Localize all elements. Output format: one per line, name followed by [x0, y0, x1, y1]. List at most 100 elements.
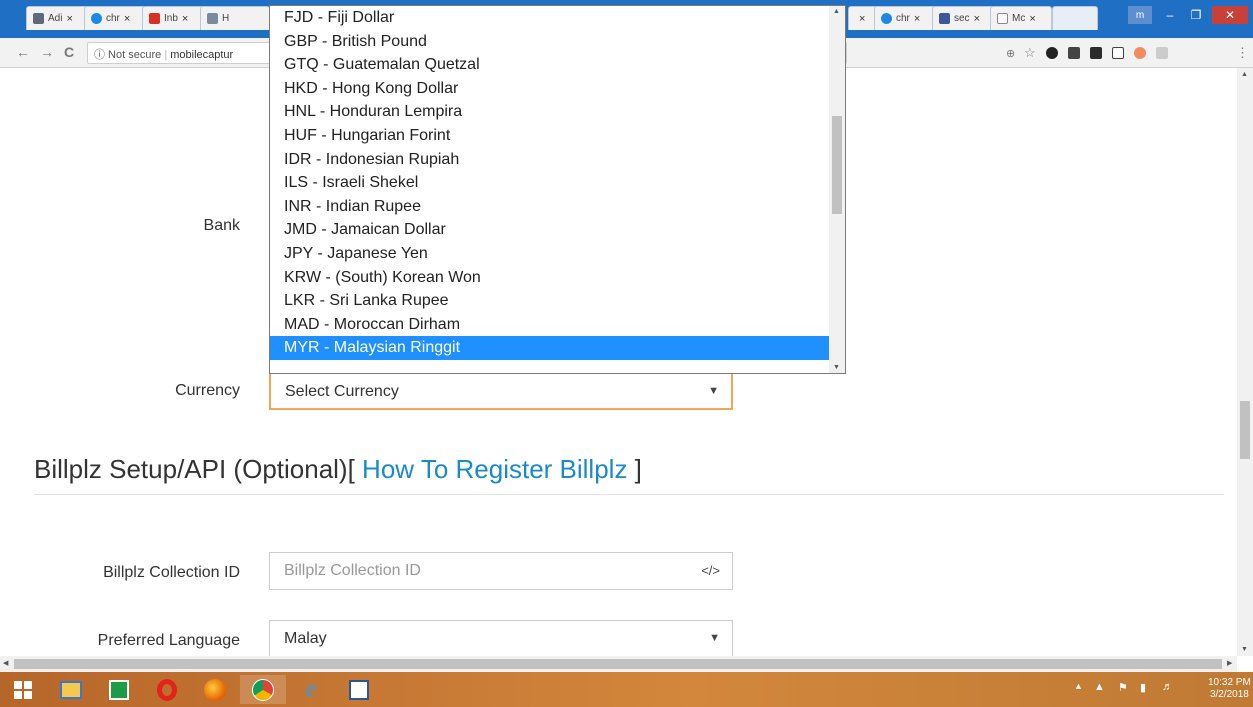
word-icon[interactable]	[336, 675, 382, 704]
browser-tab[interactable]: H	[200, 6, 270, 30]
tab-favicon-icon	[207, 13, 218, 24]
vertical-scroll-thumb[interactable]	[1240, 401, 1250, 459]
currency-dropdown-list[interactable]: FJD - Fiji Dollar GBP - British Pound GT…	[269, 5, 846, 374]
file-explorer-icon[interactable]	[48, 675, 94, 704]
browser-tab[interactable]: Adi ×	[26, 6, 88, 30]
section-title: Billplz Setup/API (Optional)[	[34, 454, 363, 484]
currency-option[interactable]: JPY - Japanese Yen	[270, 242, 845, 266]
chevron-down-icon: ▼	[709, 632, 720, 644]
collection-id-label: Billplz Collection ID	[103, 564, 240, 581]
network-signal-icon[interactable]: ▲	[1094, 681, 1105, 693]
dropdown-scrollbar[interactable]: ▲ ▼	[829, 6, 845, 373]
windows-taskbar: e ▲ ▲ ⚑ ▮ ♬ 10:32 PM 3/2/2018	[0, 672, 1253, 707]
currency-option[interactable]: KRW - (South) Korean Won	[270, 266, 845, 290]
extension-icon[interactable]	[1068, 47, 1080, 59]
tab-favicon-icon	[33, 13, 44, 24]
tab-title: chr	[106, 13, 120, 24]
close-window-icon[interactable]: ✕	[1212, 6, 1248, 24]
back-arrow-icon[interactable]: ←	[16, 44, 30, 60]
tab-title: chr	[896, 13, 910, 24]
code-icon: </>	[701, 563, 720, 578]
tab-close-icon[interactable]: ×	[1029, 13, 1035, 25]
minimize-icon[interactable]: –	[1158, 6, 1182, 24]
register-billplz-link[interactable]: How To Register Billplz	[362, 454, 627, 484]
system-clock[interactable]: 10:32 PM 3/2/2018	[1208, 677, 1251, 701]
opera-icon[interactable]	[144, 675, 190, 704]
new-tab-button[interactable]	[1052, 6, 1098, 30]
page-vertical-scrollbar[interactable]: ▲ ▼	[1237, 68, 1253, 656]
not-secure-indicator[interactable]: ⓘ Not secure	[94, 49, 161, 61]
currency-option[interactable]: GBP - British Pound	[270, 30, 845, 54]
user-profile-button[interactable]: m	[1128, 6, 1152, 24]
tab-close-icon[interactable]: ×	[66, 13, 72, 25]
extension-icon[interactable]	[1134, 47, 1146, 59]
currency-select[interactable]: Select Currency ▼	[269, 372, 733, 410]
tab-close-icon[interactable]: ×	[182, 13, 188, 25]
currency-option[interactable]: HNL - Honduran Lempira	[270, 100, 845, 124]
scroll-down-icon[interactable]: ▼	[833, 364, 840, 371]
bookmark-star-icon[interactable]: ☆	[1024, 45, 1036, 61]
horizontal-scroll-thumb[interactable]	[14, 659, 1222, 669]
tab-close-icon[interactable]: ×	[914, 13, 920, 25]
preferred-language-label: Preferred Language	[97, 632, 240, 649]
chrome-favicon-icon	[881, 13, 892, 24]
scroll-left-icon[interactable]: ◀	[3, 659, 8, 667]
extension-icon[interactable]	[1090, 47, 1102, 59]
currency-option[interactable]: MAD - Moroccan Dirham	[270, 313, 845, 337]
tab-close-icon[interactable]: ×	[859, 13, 865, 25]
volume-icon[interactable]: ♬	[1162, 681, 1173, 693]
forward-arrow-icon[interactable]: →	[40, 44, 54, 60]
preferred-language-select[interactable]: Malay ▼	[269, 620, 733, 656]
currency-option[interactable]: JMD - Jamaican Dollar	[270, 218, 845, 242]
tab-title: sec	[954, 13, 970, 24]
currency-option[interactable]: LKR - Sri Lanka Rupee	[270, 289, 845, 313]
browser-tab[interactable]: Inb ×	[142, 6, 204, 30]
tray-expand-icon[interactable]: ▲	[1074, 681, 1083, 691]
collection-id-placeholder: Billplz Collection ID	[284, 562, 421, 579]
zoom-icon[interactable]: ⊕	[1006, 47, 1015, 60]
currency-option[interactable]: HUF - Hungarian Forint	[270, 124, 845, 148]
menu-kebab-icon[interactable]: ⋮	[1236, 45, 1249, 61]
clock-time: 10:32 PM	[1208, 677, 1251, 688]
currency-option[interactable]: IDR - Indonesian Rupiah	[270, 148, 845, 172]
currency-option[interactable]: GTQ - Guatemalan Quetzal	[270, 53, 845, 77]
currency-option[interactable]: FJD - Fiji Dollar	[270, 6, 845, 30]
extension-icon[interactable]	[1046, 47, 1058, 59]
windows-start-icon[interactable]	[0, 675, 46, 704]
chevron-down-icon: ▼	[708, 385, 719, 397]
scroll-down-icon[interactable]: ▼	[1241, 646, 1248, 653]
battery-icon[interactable]: ▮	[1140, 681, 1146, 694]
currency-option-highlighted[interactable]: MYR - Malaysian Ringgit	[270, 336, 845, 360]
facebook-favicon-icon	[939, 13, 950, 24]
tab-close-icon[interactable]: ×	[124, 13, 130, 25]
restore-icon[interactable]: ❐	[1184, 6, 1208, 24]
internet-explorer-icon[interactable]: e	[288, 675, 334, 704]
section-title-close: ]	[627, 454, 642, 484]
page-horizontal-scrollbar[interactable]: ◀ ▶	[0, 656, 1237, 672]
chrome-taskbar-icon[interactable]	[240, 675, 286, 704]
currency-option[interactable]: HKD - Hong Kong Dollar	[270, 77, 845, 101]
browser-tab[interactable]: chr ×	[874, 6, 936, 30]
reload-icon[interactable]: C	[64, 44, 74, 60]
preferred-language-value: Malay	[284, 630, 327, 647]
browser-tab[interactable]: sec ×	[932, 6, 994, 30]
page-favicon-icon	[997, 13, 1008, 24]
currency-select-value: Select Currency	[285, 383, 399, 400]
browser-tab[interactable]: Mc ×	[990, 6, 1052, 30]
scroll-right-icon[interactable]: ▶	[1227, 659, 1232, 667]
currency-label: Currency	[175, 382, 240, 399]
tab-close-icon[interactable]: ×	[974, 13, 980, 25]
extension-icon[interactable]	[1156, 47, 1168, 59]
dropdown-scroll-thumb[interactable]	[832, 116, 842, 214]
section-heading: Billplz Setup/API (Optional)[ How To Reg…	[34, 454, 642, 485]
extension-icon[interactable]	[1112, 47, 1124, 59]
scroll-up-icon[interactable]: ▲	[1241, 71, 1248, 78]
scroll-up-icon[interactable]: ▲	[833, 8, 840, 15]
store-icon[interactable]	[96, 675, 142, 704]
currency-option[interactable]: INR - Indian Rupee	[270, 195, 845, 219]
collection-id-input[interactable]: Billplz Collection ID </>	[269, 552, 733, 590]
flag-icon[interactable]: ⚑	[1118, 681, 1128, 694]
browser-tab[interactable]: chr ×	[84, 6, 146, 30]
currency-option[interactable]: ILS - Israeli Shekel	[270, 171, 845, 195]
firefox-icon[interactable]	[192, 675, 238, 704]
